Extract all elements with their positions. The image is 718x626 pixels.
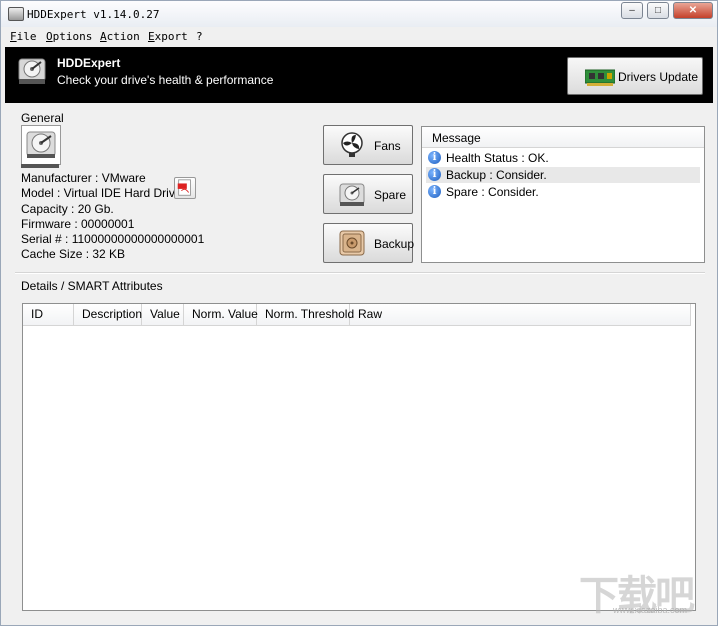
banner-title: HDDExpert	[57, 56, 121, 70]
info-icon: i	[428, 151, 441, 164]
menu-file[interactable]: File	[10, 30, 37, 43]
manufacturer-info: Manufacturer : VMware	[21, 171, 146, 185]
drive-icon[interactable]	[21, 125, 61, 165]
menu-export[interactable]: Export	[148, 30, 188, 43]
window-title: HDDExpert v1.14.0.27	[27, 8, 160, 21]
spare-label: Spare	[374, 188, 407, 202]
menu-help[interactable]: ?	[196, 30, 203, 43]
spare-button[interactable]: Spare	[323, 174, 413, 214]
general-label: General	[21, 111, 64, 125]
minimize-button[interactable]: ‒	[621, 2, 643, 19]
column-description[interactable]: Description	[74, 304, 142, 325]
capacity-info: Capacity : 20 Gb.	[21, 202, 114, 216]
drive-selection-bar	[21, 164, 59, 168]
safe-icon	[339, 230, 365, 256]
message-list[interactable]: Message i Health Status : OK. i Backup :…	[421, 126, 705, 263]
column-norm-value[interactable]: Norm. Value	[184, 304, 258, 325]
message-header-label: Message	[432, 131, 481, 145]
cache-size-info: Cache Size : 32 KB	[21, 247, 126, 261]
close-button[interactable]: ✕	[673, 2, 713, 19]
message-text: Health Status : OK.	[446, 151, 549, 165]
fans-button[interactable]: Fans	[323, 125, 413, 165]
hdd-app-icon	[8, 7, 24, 21]
message-column-header[interactable]: Message	[422, 127, 704, 148]
details-label: Details / SMART Attributes	[21, 279, 163, 293]
message-text: Spare : Consider.	[446, 185, 539, 199]
model-info: Model : Virtual IDE Hard Drive	[21, 186, 182, 200]
table-header: ID Description Value Norm. Value Norm. T…	[23, 304, 691, 326]
firmware-info: Firmware : 00000001	[21, 217, 135, 231]
column-value[interactable]: Value	[142, 304, 184, 325]
column-norm-threshold[interactable]: Norm. Threshold	[257, 304, 354, 325]
app-window: HDDExpert v1.14.0.27 ‒ □ ✕ File Options …	[0, 0, 718, 626]
maximize-button[interactable]: □	[647, 2, 669, 19]
header-banner: HDDExpert Check your drive's health & pe…	[5, 47, 713, 103]
spare-drive-icon	[339, 183, 365, 206]
serial-info: Serial # : 11000000000000000001	[21, 232, 205, 246]
circuit-board-icon	[585, 69, 615, 86]
menu-bar: File Options Action Export ?	[1, 27, 717, 46]
backup-label: Backup	[374, 237, 415, 251]
menu-options[interactable]: Options	[46, 30, 92, 43]
message-text: Backup : Consider.	[446, 168, 547, 182]
watermark-url: www.xiazaiba.com	[613, 605, 688, 615]
column-id[interactable]: ID	[23, 304, 74, 325]
section-divider	[15, 272, 705, 274]
info-icon: i	[428, 168, 441, 181]
hard-drive-icon	[18, 58, 46, 84]
message-row-selected[interactable]: i Backup : Consider.	[426, 167, 700, 183]
column-raw[interactable]: Raw	[350, 304, 691, 325]
info-icon: i	[428, 185, 441, 198]
drivers-update-label: Drivers Update	[618, 70, 699, 84]
message-row[interactable]: i Health Status : OK.	[426, 150, 700, 166]
pdf-report-icon[interactable]	[174, 177, 196, 199]
message-row[interactable]: i Spare : Consider.	[426, 184, 700, 200]
banner-subtitle: Check your drive's health & performance	[57, 73, 274, 87]
fans-label: Fans	[374, 139, 401, 153]
menu-action[interactable]: Action	[100, 30, 140, 43]
title-bar: HDDExpert v1.14.0.27 ‒ □ ✕	[1, 1, 717, 27]
fan-icon	[341, 132, 363, 157]
backup-button[interactable]: Backup	[323, 223, 415, 263]
drivers-update-button[interactable]: Drivers Update	[567, 57, 703, 95]
